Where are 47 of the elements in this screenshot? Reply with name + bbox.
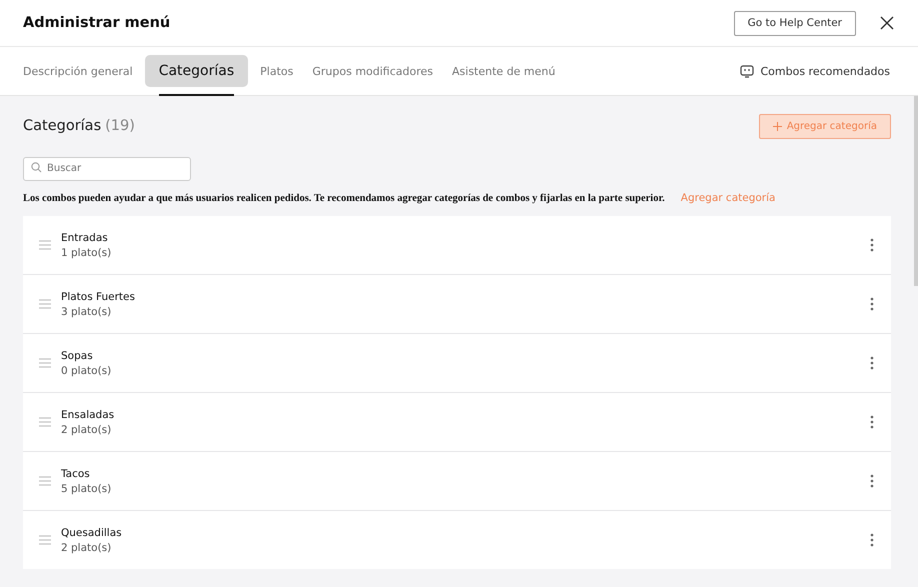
category-name: Platos Fuertes (61, 290, 136, 302)
category-name: Sopas (61, 350, 94, 362)
tab[interactable]: Asistente de menú (445, 55, 562, 87)
section-title: Categorías (23, 118, 102, 134)
tab[interactable]: Platos (253, 55, 300, 87)
category-row[interactable]: Tacos 5 plato(s) (23, 452, 891, 510)
more-options-icon[interactable] (870, 474, 874, 488)
page-title: Administrar menú (23, 15, 170, 31)
combos-notice: Los combos pueden ayudar a que más usuarios realicen pedidos. Te recomendamos agregar categorías de combos y fijarlas en la parte superior. (23, 192, 665, 204)
plus-icon (772, 122, 782, 130)
more-options-icon[interactable] (870, 356, 874, 370)
category-row[interactable]: Sopas 0 plato(s) (23, 334, 891, 392)
category-name: Entradas (61, 232, 109, 244)
category-row[interactable]: Quesadillas 2 plato(s) (23, 511, 891, 569)
dish-count: 5 plato(s) (61, 482, 112, 494)
search-icon (31, 162, 42, 173)
more-options-icon[interactable] (870, 238, 874, 252)
drag-handle-icon[interactable] (39, 535, 51, 545)
drag-handle-icon[interactable] (39, 476, 51, 486)
drag-handle-icon[interactable] (39, 299, 51, 309)
scrollbar[interactable] (914, 96, 918, 286)
close-icon[interactable] (880, 16, 894, 30)
dish-count: 2 plato(s) (61, 542, 112, 554)
more-options-icon[interactable] (870, 297, 874, 311)
robot-icon (740, 64, 754, 78)
category-row[interactable]: Platos Fuertes 3 plato(s) (23, 275, 891, 333)
more-options-icon[interactable] (870, 415, 874, 429)
category-row[interactable]: Entradas 1 plato(s) (23, 216, 891, 274)
combos-link[interactable]: Combos recomendados (734, 64, 896, 78)
category-name: Ensaladas (61, 408, 116, 420)
dish-count: 0 plato(s) (61, 364, 112, 376)
tab[interactable]: Descripción general (16, 55, 140, 87)
drag-handle-icon[interactable] (39, 240, 51, 250)
drag-handle-icon[interactable] (39, 417, 51, 427)
more-options-icon[interactable] (870, 533, 874, 547)
dish-count: 1 plato(s) (61, 246, 112, 258)
category-name: Quesadillas (61, 526, 123, 538)
category-count: (19) (105, 118, 135, 134)
tab[interactable]: Grupos modificadores (305, 55, 440, 87)
search-field[interactable]: Buscar (23, 156, 191, 180)
category-name: Tacos (61, 468, 91, 480)
help-center-button[interactable]: Go to Help Center (734, 10, 856, 36)
category-row[interactable]: Ensaladas 2 plato(s) (23, 393, 891, 451)
dish-count: 2 plato(s) (61, 424, 112, 436)
tab[interactable]: Categorías (144, 55, 248, 87)
dish-count: 3 plato(s) (61, 306, 112, 318)
drag-handle-icon[interactable] (39, 358, 51, 368)
